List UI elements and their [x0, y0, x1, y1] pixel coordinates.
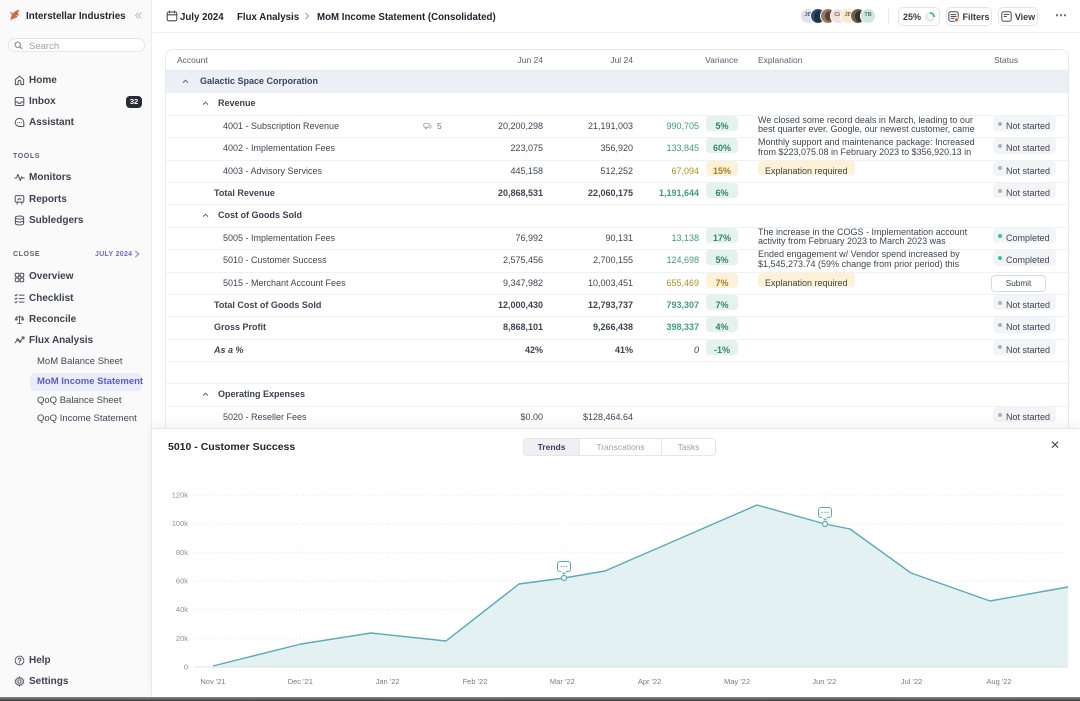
svg-text:0: 0: [184, 663, 188, 672]
svg-text:120k: 120k: [172, 491, 189, 500]
svg-text:100k: 100k: [172, 519, 189, 528]
svg-text:Mar '22: Mar '22: [550, 677, 575, 686]
svg-text:60k: 60k: [176, 577, 188, 586]
svg-text:Nov '21: Nov '21: [200, 677, 225, 686]
svg-text:Jun '22: Jun '22: [812, 677, 836, 686]
svg-text:Jul '22: Jul '22: [901, 677, 922, 686]
svg-text:Jan '22: Jan '22: [376, 677, 400, 686]
svg-text:Aug '22: Aug '22: [986, 677, 1011, 686]
svg-text:80k: 80k: [176, 548, 188, 557]
svg-text:40k: 40k: [176, 605, 188, 614]
svg-text:May '22: May '22: [724, 677, 750, 686]
svg-text:Feb '22: Feb '22: [463, 677, 488, 686]
svg-text:Apr '22: Apr '22: [638, 677, 662, 686]
svg-text:20k: 20k: [176, 634, 188, 643]
svg-text:Dec '21: Dec '21: [288, 677, 313, 686]
